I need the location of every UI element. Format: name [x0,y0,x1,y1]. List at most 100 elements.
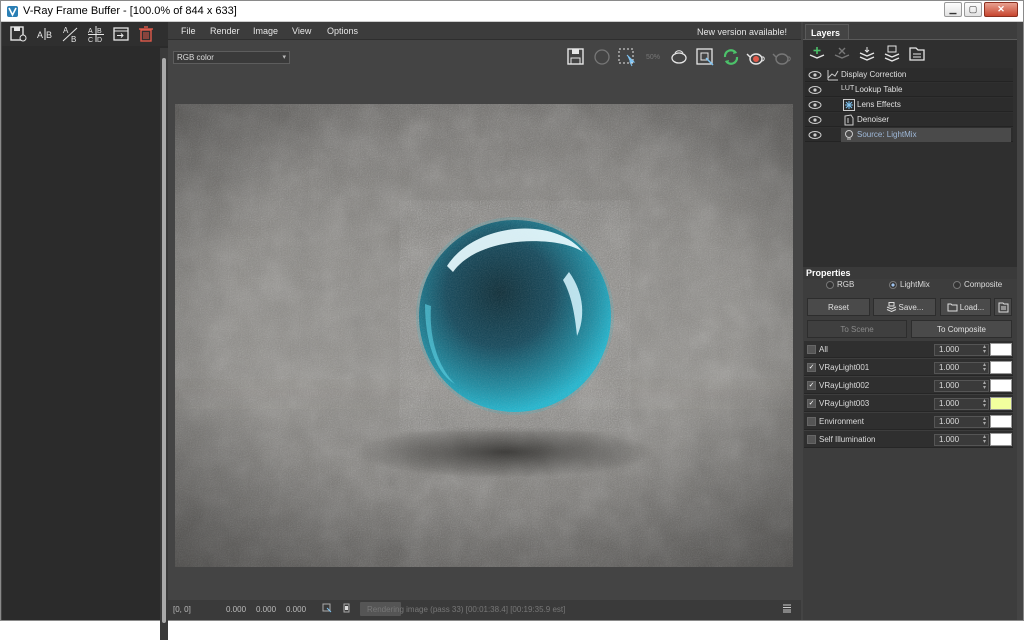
spinner-arrows-icon[interactable]: ▴ ▾ [983,344,986,355]
menu-file[interactable]: File [181,26,196,36]
light-color-swatch[interactable] [990,343,1012,356]
menu-bar: File Render Image View Options New versi… [168,22,801,40]
to-scene-button[interactable]: To Scene [807,320,907,338]
teapot-interactive-button[interactable] [771,45,795,69]
pick-pixel-icon[interactable] [322,603,332,615]
visibility-eye-icon[interactable] [808,100,822,110]
load-lightmix-button[interactable]: Load... [940,298,991,316]
channel-select-value: RGB color [177,53,214,62]
light-enable-checkbox[interactable]: ✓ [807,381,816,390]
layer-lens-effects[interactable]: Lens Effects [805,98,1013,112]
visibility-eye-icon[interactable] [808,70,822,80]
light-color-swatch[interactable] [990,397,1012,410]
close-button[interactable]: ✕ [984,2,1018,17]
spinner-arrows-icon[interactable]: ▴ ▾ [983,380,986,391]
spinner-arrows-icon[interactable]: ▴ ▾ [983,434,986,445]
minimize-icon: ▁ [949,4,957,14]
lock-icon[interactable] [342,603,352,615]
light-enable-checkbox[interactable]: ✓ [807,399,816,408]
radio-label: RGB [837,280,855,289]
radio-dot [826,280,834,289]
minimize-button[interactable]: ▁ [944,2,962,17]
light-color-swatch[interactable] [990,415,1012,428]
mode-composite-radio[interactable]: Composite [953,280,1002,289]
track-mouse-button[interactable] [693,45,717,69]
light-enable-checkbox[interactable] [807,435,816,444]
lightmix-row: Environment 1.000 ▴ ▾ [804,413,1013,430]
visibility-eye-icon[interactable] [808,85,822,95]
menu-render[interactable]: Render [210,26,240,36]
light-enable-checkbox[interactable] [807,417,816,426]
light-intensity-spinner[interactable]: 1.000 ▴ ▾ [934,344,989,356]
refresh-button[interactable] [719,45,743,69]
menu-view[interactable]: View [292,26,311,36]
new-version-link[interactable]: New version available! [697,27,787,37]
log-icon[interactable] [782,603,792,615]
history-scrollbar[interactable] [160,48,168,640]
mode-rgb-radio[interactable]: RGB [826,280,854,289]
light-intensity-spinner[interactable]: 1.000 ▴ ▾ [934,434,989,446]
light-name: Self Illumination [819,435,876,444]
ab-vertical-compare-icon: AB [62,26,78,43]
status-bar: [0, 0] 0.000 0.000 0.000 Rendering image… [168,600,801,620]
save-lightmix-button[interactable]: Save... [873,298,936,316]
radio-dot [889,280,897,289]
render-viewport[interactable] [175,104,793,567]
spinner-arrows-icon[interactable]: ▴ ▾ [983,398,986,409]
light-enable-checkbox[interactable] [807,345,816,354]
percent-icon: 50% [645,53,660,61]
percent-button[interactable]: 50% [641,45,665,69]
ab-horizontal-button[interactable]: AB [35,25,55,43]
teapot-render-button[interactable] [745,45,769,69]
channel-select[interactable]: RGB color ▾ [173,51,290,64]
layer-display-correction[interactable]: Display Correction [805,68,1013,82]
scrollbar-thumb[interactable] [162,58,166,623]
light-intensity-spinner[interactable]: 1.000 ▴ ▾ [934,398,989,410]
stop-button[interactable] [590,45,614,69]
spinner-arrows-icon[interactable]: ▴ ▾ [983,416,986,427]
reset-button[interactable]: Reset [807,298,870,316]
maximize-button[interactable]: ▢ [964,2,982,17]
ab-vertical-button[interactable]: AB [60,25,80,43]
light-enable-checkbox[interactable]: ✓ [807,363,816,372]
light-color-swatch[interactable] [990,379,1012,392]
history-panel: AB AB ABCD [2,22,168,640]
lightmix-options-button[interactable] [994,298,1012,316]
abcd-button[interactable]: ABCD [86,25,106,43]
tab-layers[interactable]: Layers [805,24,849,40]
layer-stack-button[interactable] [856,44,878,64]
load-layers-button[interactable] [906,44,928,64]
region-render-button[interactable] [615,45,639,69]
layer-label: Display Correction [841,70,907,79]
spinner-arrows-icon[interactable]: ▴ ▾ [983,362,986,373]
svg-text:D: D [97,37,102,43]
save-layers-icon [884,45,900,62]
visibility-eye-icon[interactable] [808,130,822,140]
load-history-button[interactable] [111,25,131,43]
remove-layer-button[interactable] [831,44,853,64]
layer-lookup-table[interactable]: LUT Lookup Table [805,83,1013,97]
layer-source-lightmix[interactable]: Source: LightMix [805,128,1013,142]
layer-denoiser[interactable]: Denoiser [805,113,1013,127]
render-last-button[interactable] [667,45,691,69]
load-layers-icon [909,47,925,61]
visibility-eye-icon[interactable] [808,115,822,125]
light-intensity-spinner[interactable]: 1.000 ▴ ▾ [934,416,989,428]
main-area: File Render Image View Options New versi… [168,22,801,620]
save-image-button[interactable] [564,45,588,69]
light-color-swatch[interactable] [990,433,1012,446]
teapot-render-icon [746,53,765,65]
add-layer-button[interactable] [806,44,828,64]
light-intensity-spinner[interactable]: 1.000 ▴ ▾ [934,362,989,374]
menu-image[interactable]: Image [253,26,278,36]
menu-options[interactable]: Options [327,26,358,36]
light-color-swatch[interactable] [990,361,1012,374]
light-intensity-spinner[interactable]: 1.000 ▴ ▾ [934,380,989,392]
save-layers-button[interactable] [881,44,903,64]
lightmix-row: ✓ VRayLight002 1.000 ▴ ▾ [804,377,1013,394]
to-composite-button[interactable]: To Composite [911,320,1012,338]
delete-history-button[interactable] [136,25,156,43]
history-toolbar: AB AB ABCD [2,22,168,46]
mode-lightmix-radio[interactable]: LightMix [889,280,930,289]
save-history-button[interactable] [8,25,28,43]
